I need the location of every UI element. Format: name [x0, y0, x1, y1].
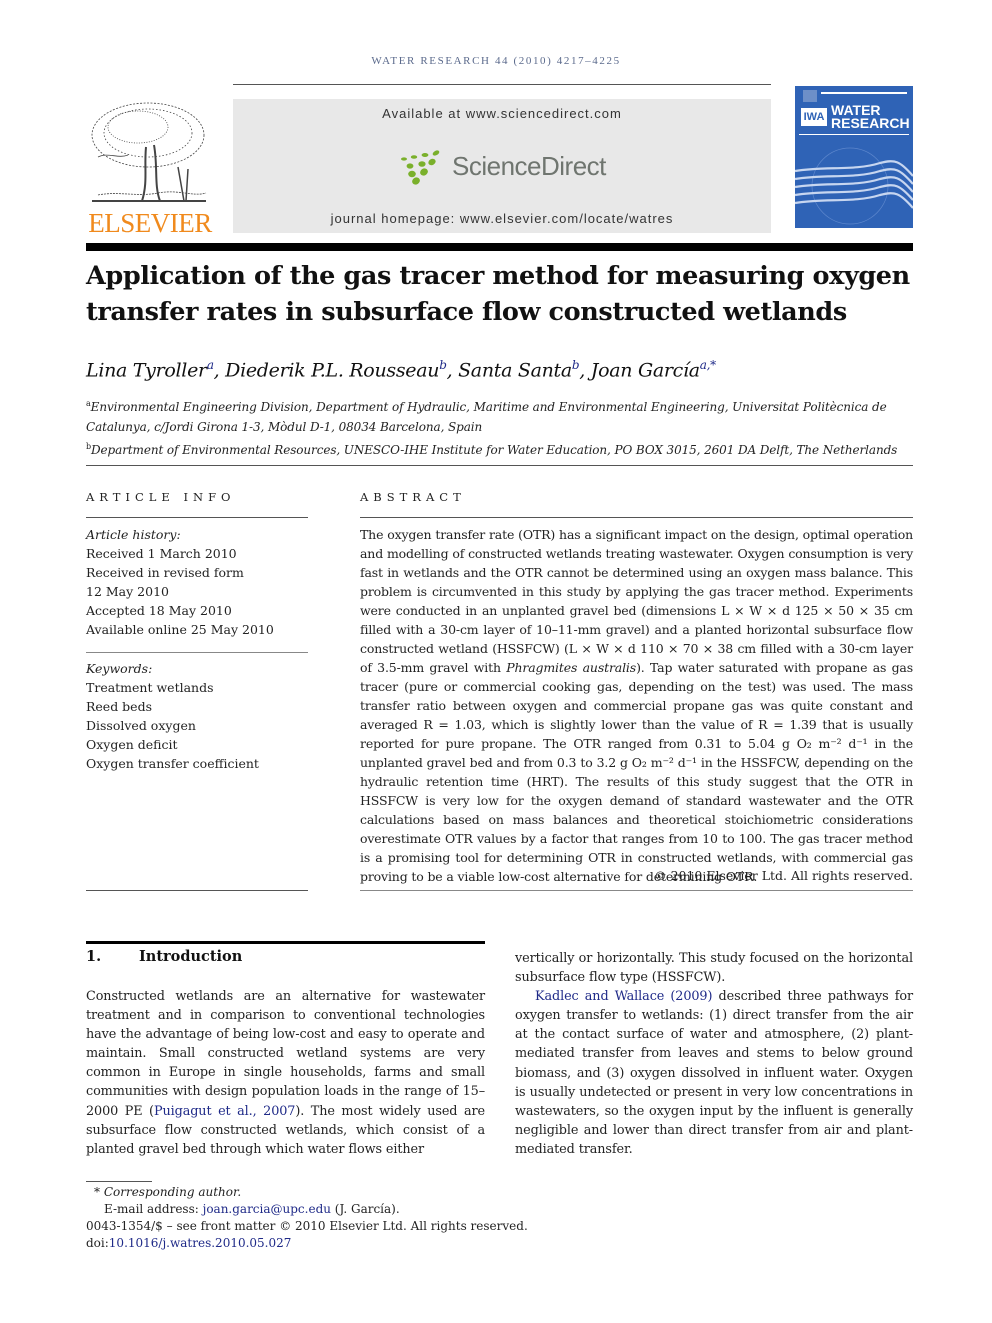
- abstract-part: ). Tap water saturated with propane as g…: [360, 660, 913, 884]
- elsevier-wordmark: ELSEVIER: [88, 208, 212, 238]
- author-list: Lina Tyrollera, Diederik P.L. Rousseaub,…: [86, 358, 716, 382]
- cover-title: WATER RESEARCH: [831, 103, 910, 131]
- author-name[interactable]: Lina Tyroller: [86, 359, 207, 381]
- sciencedirect-logo[interactable]: ScienceDirect: [398, 149, 613, 185]
- header-thick-rule: [86, 243, 913, 251]
- affiliation: aEnvironmental Engineering Division, Dep…: [86, 394, 916, 437]
- history-item: Received 1 March 2010: [86, 546, 237, 561]
- keyword[interactable]: Treatment wetlands: [86, 678, 316, 697]
- keywords-label: Keywords:: [86, 661, 153, 676]
- author-affiliation-marker[interactable]: b: [439, 358, 447, 372]
- article-info-bottom-rule: [86, 890, 308, 891]
- email-note: E-mail address: joan.garcia@upc.edu (J. …: [86, 1201, 586, 1218]
- history-item: Accepted 18 May 2010: [86, 603, 232, 618]
- cover-bottom-strip: [795, 228, 913, 234]
- keyword[interactable]: Oxygen deficit: [86, 735, 316, 754]
- email-link[interactable]: joan.garcia@upc.edu: [203, 1202, 331, 1216]
- abstract-part: The oxygen transfer rate (OTR) has a sig…: [360, 527, 913, 675]
- abstract-bottom-rule: [360, 890, 913, 891]
- intro-paragraph-left: Constructed wetlands are an alternative …: [86, 987, 485, 1159]
- elsevier-logo[interactable]: ELSEVIER: [86, 97, 214, 237]
- article-info-rule: [86, 517, 308, 518]
- citation-link[interactable]: Kadlec and Wallace (2009): [535, 989, 712, 1004]
- author-affiliation-marker[interactable]: a: [207, 358, 214, 372]
- keyword[interactable]: Dissolved oxygen: [86, 716, 316, 735]
- species-name: Phragmites australis: [506, 660, 637, 675]
- keyword[interactable]: Oxygen transfer coefficient: [86, 754, 316, 773]
- keywords-rule: [86, 652, 308, 653]
- abstract-heading: ABSTRACT: [360, 490, 466, 504]
- paragraph-text: described three pathways for oxygen tran…: [515, 989, 914, 1157]
- iwa-badge: IWA: [801, 108, 827, 126]
- cover-elsevier-mini-logo: [803, 90, 817, 102]
- section-heading-introduction: 1. Introduction: [86, 948, 242, 965]
- doi-link[interactable]: 10.1016/j.watres.2010.05.027: [109, 1236, 292, 1250]
- article-history-label: Article history:: [86, 527, 181, 542]
- footnote-marker: *: [94, 1185, 100, 1199]
- abstract-copyright: © 2010 Elsevier Ltd. All rights reserved…: [654, 868, 913, 883]
- affiliations: aEnvironmental Engineering Division, Dep…: [86, 394, 916, 460]
- paragraph-text: Constructed wetlands are an alternative …: [86, 989, 485, 1119]
- cover-wave-graphic-icon: [795, 147, 913, 225]
- article-info-heading: ARTICLE INFO: [86, 490, 236, 504]
- corresponding-label: Corresponding author.: [103, 1185, 242, 1199]
- author-name[interactable]: Santa Santa: [458, 359, 572, 381]
- affiliations-rule: [86, 465, 913, 466]
- article-history: Article history: Received 1 March 2010 R…: [86, 525, 316, 639]
- author-affiliation-marker[interactable]: a,*: [700, 358, 716, 372]
- abstract-text: The oxygen transfer rate (OTR) has a sig…: [360, 525, 913, 886]
- author-affiliation-marker[interactable]: b: [572, 358, 580, 372]
- section-rule: [86, 941, 485, 944]
- paragraph-continuation: vertically or horizontally. This study f…: [515, 951, 913, 986]
- sciencedirect-wordmark: ScienceDirect: [452, 151, 606, 181]
- footnotes: * Corresponding author. E-mail address: …: [86, 1184, 586, 1252]
- cover-top-bar: [821, 92, 907, 94]
- footnote-rule: [86, 1181, 152, 1182]
- history-item: Received in revised form: [86, 565, 244, 580]
- section-number: 1.: [86, 948, 102, 965]
- elsevier-tree-icon: [91, 102, 207, 202]
- author-name[interactable]: Joan García: [591, 359, 700, 381]
- running-head: WATER RESEARCH 44 (2010) 4217–4225: [371, 55, 621, 67]
- author-name[interactable]: Diederik P.L. Rousseau: [225, 359, 439, 381]
- email-label: E-mail address:: [104, 1202, 203, 1216]
- journal-homepage-link[interactable]: journal homepage: www.elsevier.com/locat…: [233, 211, 771, 226]
- citation-link[interactable]: Puigagut et al., 2007: [154, 1104, 296, 1119]
- abstract-rule: [360, 517, 913, 518]
- doi-label: doi:: [86, 1236, 109, 1250]
- sciencedirect-banner: Available at www.sciencedirect.com Scien…: [233, 99, 771, 233]
- article-title: Application of the gas tracer method for…: [86, 261, 910, 327]
- keywords: Keywords: Treatment wetlands Reed beds D…: [86, 659, 316, 773]
- affiliation-text: Environmental Engineering Division, Depa…: [86, 400, 887, 434]
- cover-title-line2: RESEARCH: [831, 115, 910, 131]
- cover-divider: [799, 134, 909, 135]
- corresponding-author-note: * Corresponding author.: [86, 1184, 586, 1201]
- issn-line: 0043-1354/$ – see front matter © 2010 El…: [86, 1219, 528, 1233]
- header-rule: [233, 84, 771, 85]
- email-owner: (J. García).: [330, 1202, 400, 1216]
- intro-paragraph-2: Kadlec and Wallace (2009) described thre…: [515, 987, 913, 1159]
- section-title: Introduction: [139, 948, 243, 965]
- doi-line: doi:10.1016/j.watres.2010.05.027: [86, 1235, 586, 1252]
- journal-cover[interactable]: IWA WATER RESEARCH: [795, 86, 913, 234]
- history-item: Available online 25 May 2010: [86, 622, 274, 637]
- affiliation: bDepartment of Environmental Resources, …: [86, 437, 916, 460]
- sciencedirect-dots-icon: [401, 150, 440, 185]
- history-item: 12 May 2010: [86, 584, 169, 599]
- affiliation-text: Department of Environmental Resources, U…: [91, 443, 898, 457]
- keyword[interactable]: Reed beds: [86, 697, 316, 716]
- intro-paragraph-right: vertically or horizontally. This study f…: [515, 949, 913, 1159]
- sciencedirect-available-link[interactable]: Available at www.sciencedirect.com: [233, 106, 771, 121]
